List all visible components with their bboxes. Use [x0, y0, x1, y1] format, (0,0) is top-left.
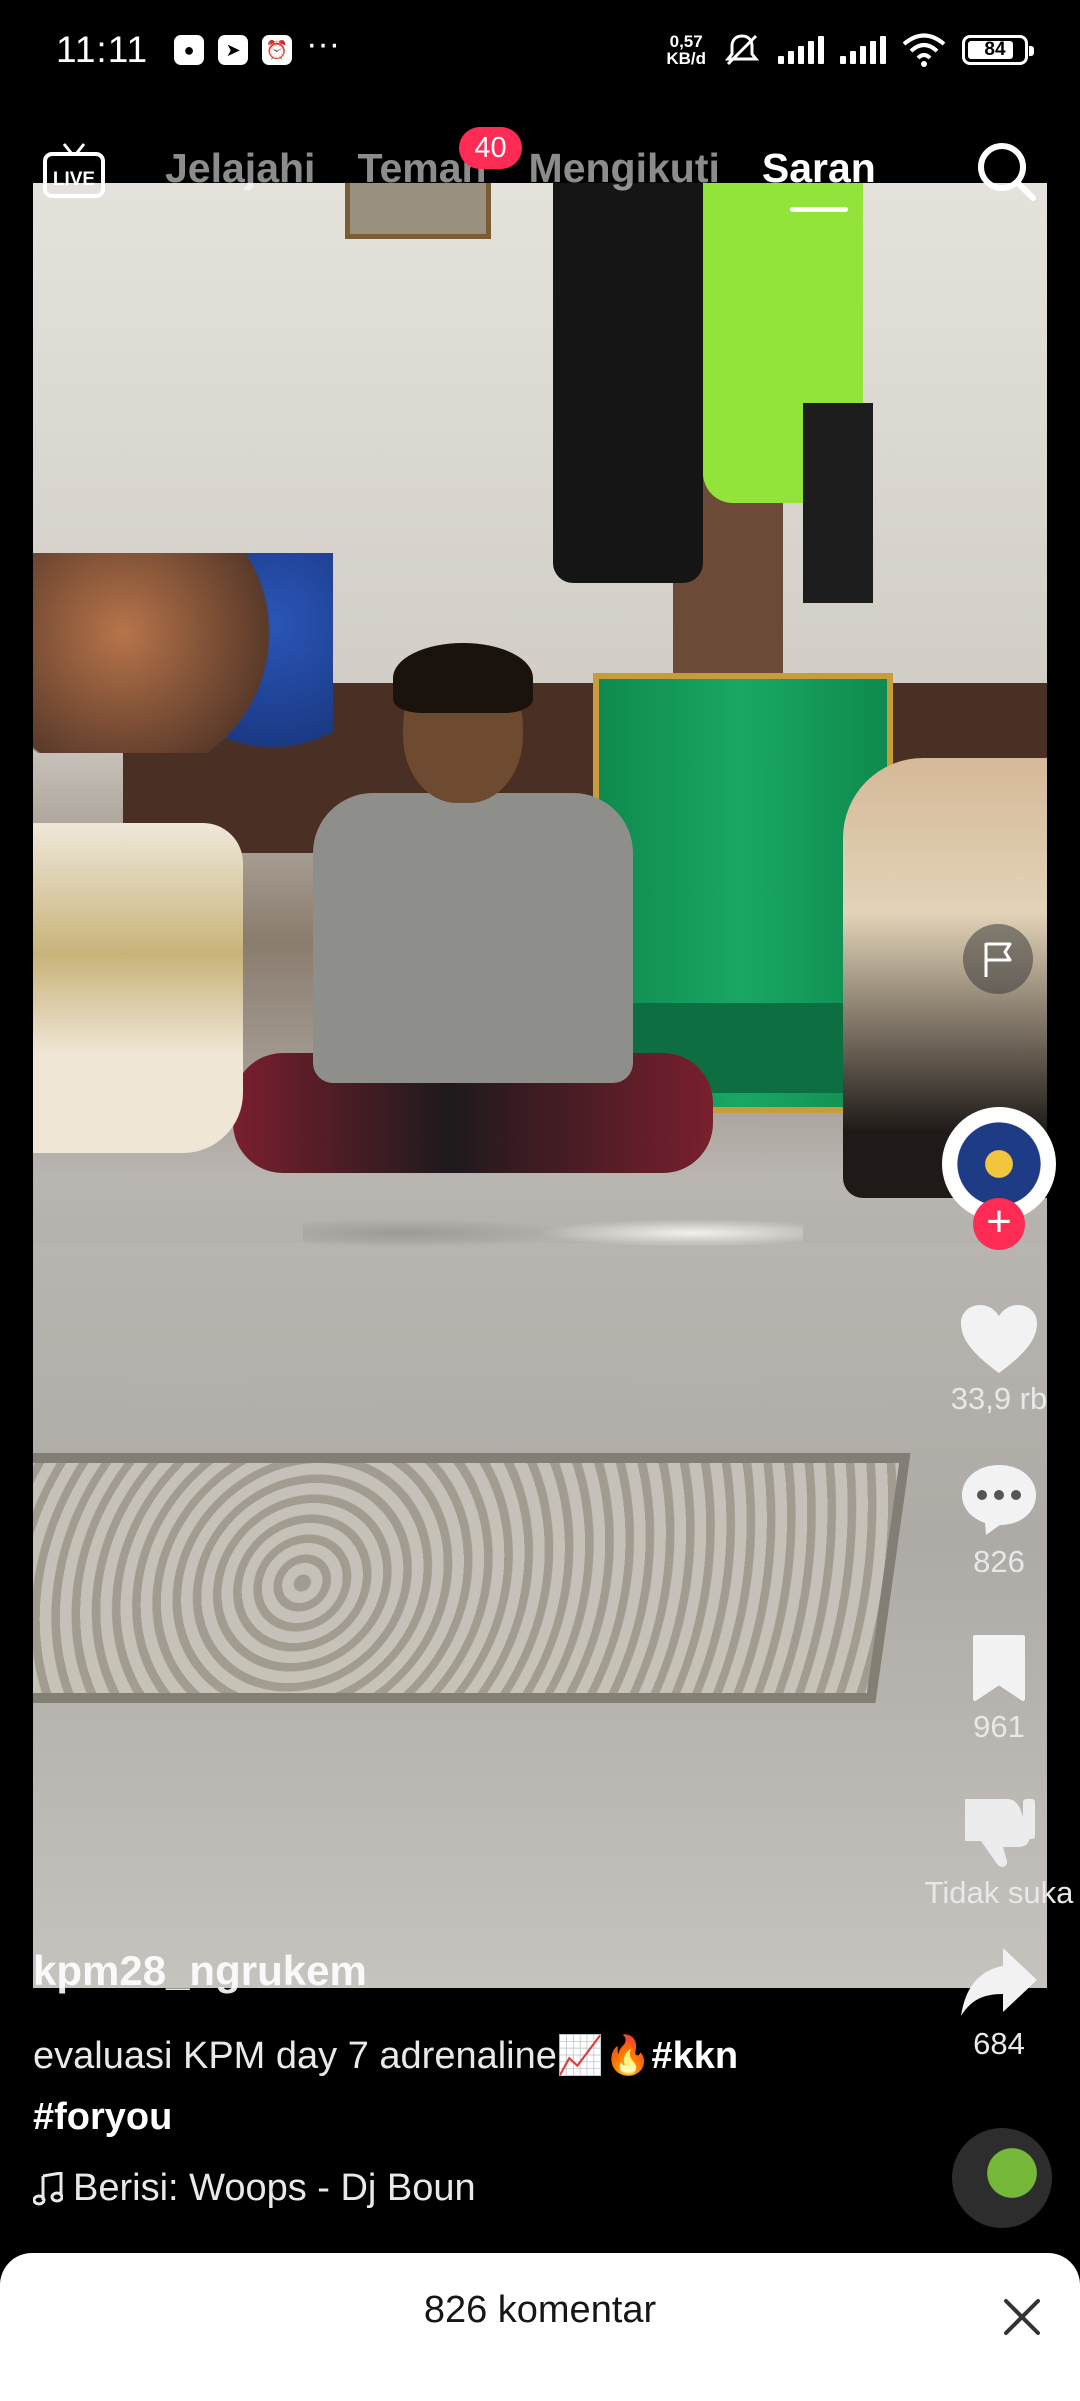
flag-icon: [984, 942, 1012, 977]
app-notification-icon: ●: [174, 35, 205, 65]
wifi-icon: [902, 33, 946, 67]
comments-title: 826 komentar: [423, 2289, 657, 2331]
like-count: 33,9 rb: [950, 1381, 1048, 1416]
video-person-body: [313, 793, 633, 1083]
comment-button[interactable]: 826: [934, 1462, 1064, 1580]
video-caption[interactable]: evaluasi KPM day 7 adrenaline📈🔥#kkn #for…: [33, 2026, 883, 2148]
share-arrow-icon: [961, 1948, 1037, 2016]
dislike-label: Tidak suka: [924, 1875, 1074, 1910]
signal-icon-2: [840, 36, 886, 64]
network-speed-unit: KB/d: [666, 49, 706, 68]
notification-icons: ● ➤ ⏰: [174, 35, 293, 65]
follow-button[interactable]: +: [973, 1198, 1025, 1250]
video-floor-pattern: [33, 1453, 911, 1703]
live-label: LIVE: [53, 169, 95, 190]
comment-bubble-icon: [962, 1465, 1036, 1535]
dislike-button[interactable]: Tidak suka: [910, 1793, 1080, 1911]
hashtag-foryou[interactable]: #foryou: [33, 2096, 172, 2138]
tab-saran[interactable]: Saran: [762, 145, 876, 192]
comment-count: 826: [973, 1544, 1025, 1579]
music-note-icon: [33, 2171, 63, 2205]
tab-mengikuti[interactable]: Mengikuti: [529, 145, 720, 192]
video-dark-cloth: [803, 403, 873, 603]
network-speed: 0,57 KB/d: [666, 33, 706, 67]
sound-info[interactable]: Berisi: Woops - Dj Boun: [33, 2167, 476, 2210]
music-disc[interactable]: [952, 2128, 1052, 2228]
video-player[interactable]: [33, 183, 1047, 1988]
status-bar: 11:11 ● ➤ ⏰ ··· 0,57 KB/d 84: [0, 0, 1080, 100]
telegram-notification-icon: ➤: [218, 35, 249, 65]
search-icon[interactable]: [975, 140, 1037, 202]
battery-icon: 84: [962, 35, 1034, 65]
status-right: 0,57 KB/d 84: [666, 32, 1034, 68]
like-button[interactable]: 33,9 rb: [934, 1303, 1064, 1417]
video-person-left: [33, 823, 243, 1153]
video-black-jacket: [553, 183, 703, 583]
video-person-hair: [393, 643, 533, 713]
video-floor-items: [303, 1198, 803, 1268]
save-count: 961: [973, 1709, 1025, 1744]
video-bags: [33, 553, 333, 753]
bookmark-icon: [973, 1635, 1025, 1701]
caption-text: evaluasi KPM day 7 adrenaline📈🔥: [33, 2035, 652, 2077]
live-tv-icon[interactable]: LIVE: [42, 142, 106, 200]
thumbs-down-icon: [965, 1799, 1035, 1867]
network-speed-value: 0,57: [669, 32, 703, 51]
tab-jelajahi[interactable]: Jelajahi: [165, 145, 315, 192]
heart-icon: [961, 1305, 1037, 1373]
friends-notification-badge: 40: [459, 127, 522, 169]
comments-sheet[interactable]: 826 komentar: [0, 2253, 1080, 2401]
hashtag-kkn[interactable]: #kkn: [652, 2035, 739, 2077]
mute-bell-icon: [724, 34, 760, 66]
clock: 11:11: [56, 29, 149, 70]
share-button[interactable]: 684: [934, 1944, 1064, 2062]
report-button[interactable]: [963, 924, 1033, 994]
alarm-notification-icon: ⏰: [262, 35, 293, 65]
battery-level: 84: [984, 39, 1006, 60]
creator-username[interactable]: kpm28_ngrukem: [33, 1947, 367, 1995]
share-count: 684: [973, 2026, 1025, 2061]
sound-title: Berisi: Woops - Dj Boun: [73, 2167, 476, 2209]
save-button[interactable]: 961: [934, 1633, 1064, 1745]
close-icon[interactable]: [1000, 2295, 1044, 2339]
signal-icon: [778, 36, 824, 64]
more-notifications-icon: ···: [306, 25, 341, 63]
